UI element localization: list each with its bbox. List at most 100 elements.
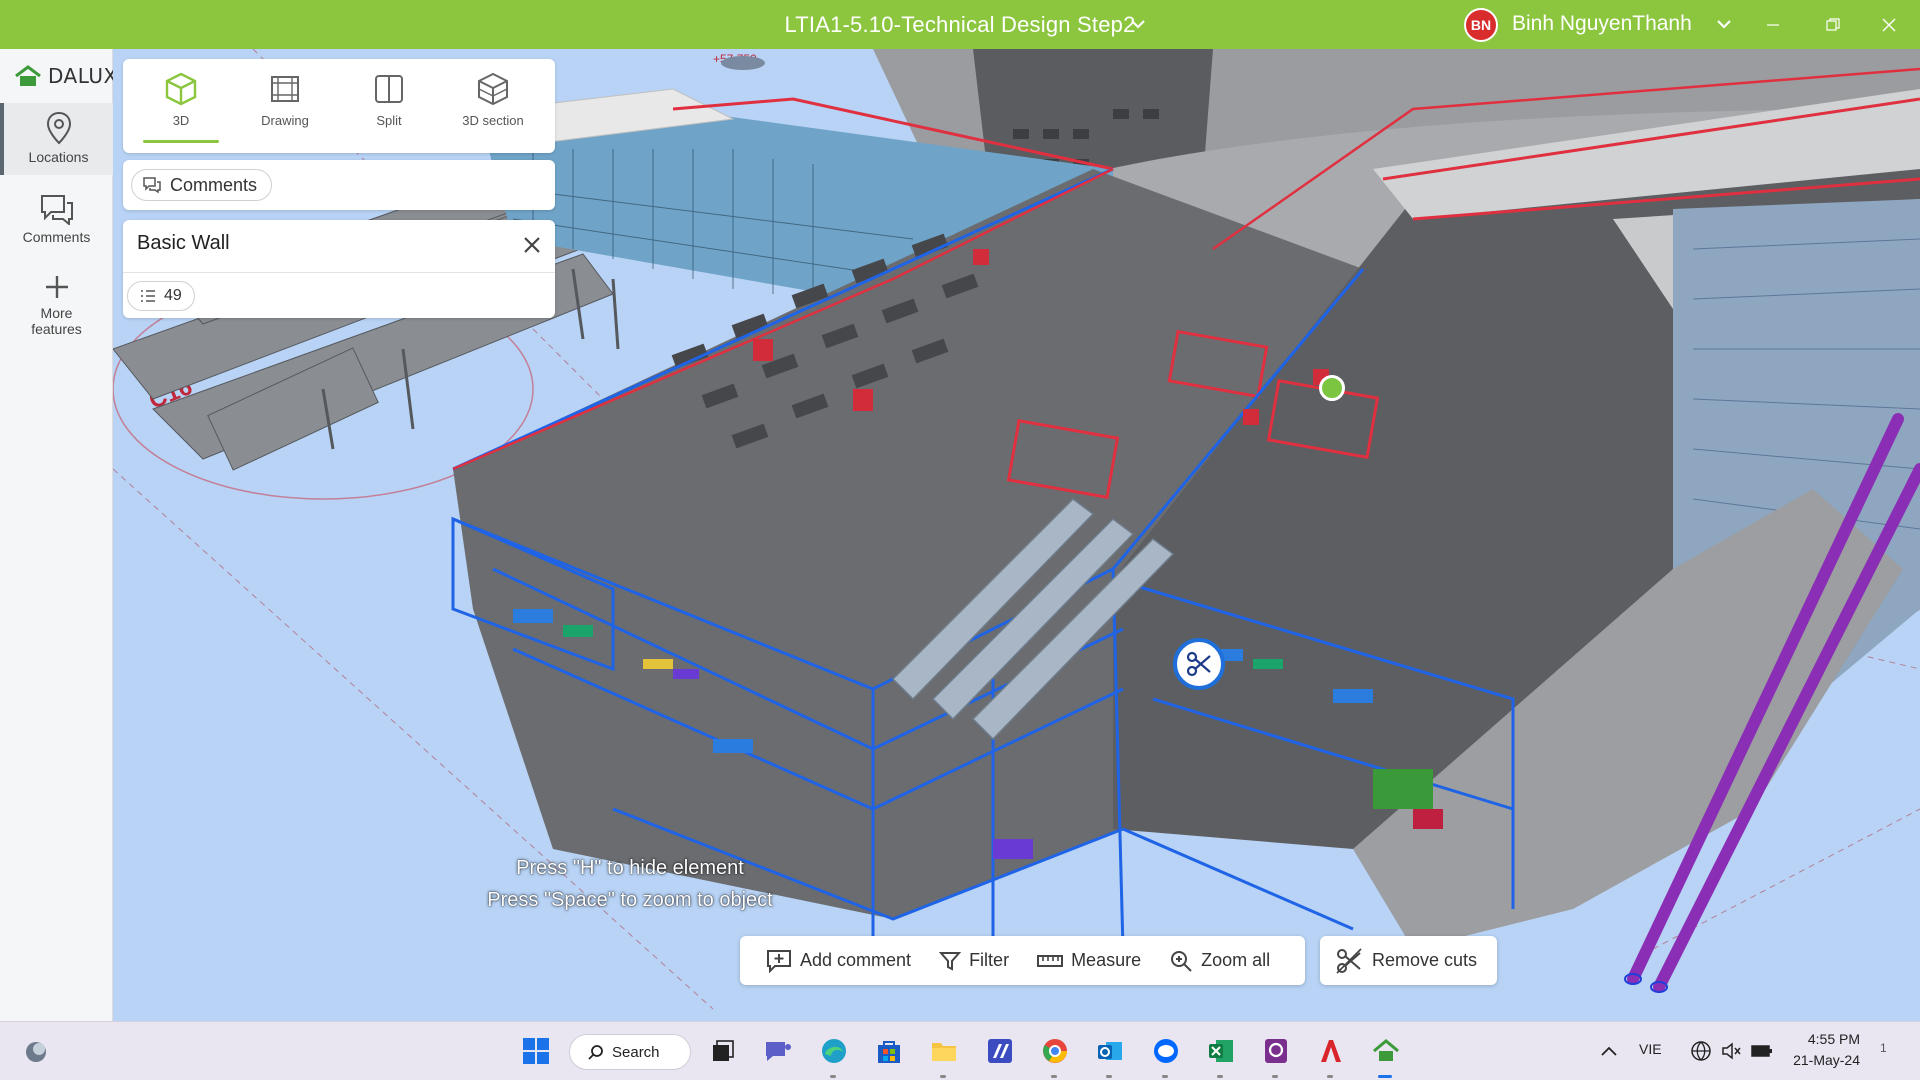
taskbar-app-store[interactable] bbox=[871, 1033, 907, 1069]
ruler-icon bbox=[1037, 954, 1064, 967]
filter-icon bbox=[939, 951, 962, 971]
task-view-button[interactable] bbox=[705, 1033, 741, 1069]
taskbar-app-chrome[interactable] bbox=[1037, 1033, 1073, 1069]
taskbar-app-autocad[interactable] bbox=[1313, 1033, 1349, 1069]
chevron-down-icon[interactable] bbox=[1714, 14, 1734, 34]
clock-date[interactable]: 21-May-24 bbox=[1780, 1052, 1860, 1068]
section-cut-handle[interactable] bbox=[1173, 638, 1225, 690]
tab-label: Split bbox=[376, 113, 402, 128]
sidebar-item-label: Comments bbox=[22, 229, 91, 245]
tab-label: 3D bbox=[172, 113, 190, 128]
button-label: Zoom all bbox=[1201, 950, 1271, 970]
taskbar-app-dalux[interactable] bbox=[1368, 1033, 1404, 1069]
sidebar-item-label: More features bbox=[31, 305, 82, 337]
sidebar-item-locations[interactable]: Locations bbox=[0, 103, 113, 175]
location-pin-icon bbox=[46, 111, 71, 145]
autocad-icon bbox=[1321, 1040, 1341, 1062]
search-label: Search bbox=[612, 1043, 660, 1061]
element-properties-panel: Basic Wall 49 bbox=[123, 220, 555, 318]
zalo-icon bbox=[1154, 1039, 1178, 1063]
user-name[interactable]: Binh NguyenThanh bbox=[1512, 0, 1692, 49]
task-view-icon bbox=[713, 1040, 734, 1061]
windows-taskbar: Search VIE 4:55 PM 21-May-24 1 bbox=[0, 1021, 1920, 1080]
comments-toggle-button[interactable]: Comments bbox=[131, 169, 273, 201]
avatar[interactable]: BN bbox=[1464, 8, 1498, 42]
zoom-all-button[interactable]: Zoom all bbox=[1155, 936, 1284, 985]
minimize-button[interactable] bbox=[1750, 0, 1796, 49]
tab-split[interactable]: Split bbox=[337, 67, 441, 153]
comments-label: Comments bbox=[170, 174, 258, 195]
measure-button[interactable]: Measure bbox=[1023, 936, 1155, 985]
close-icon bbox=[1882, 18, 1896, 31]
viewer-toolbar: Add comment Filter Measure Zoom all bbox=[740, 936, 1305, 985]
taskbar-app-meet[interactable] bbox=[760, 1033, 796, 1069]
running-indicator bbox=[1106, 1075, 1112, 1078]
tab-label: Drawing bbox=[261, 113, 309, 128]
running-indicator bbox=[1272, 1075, 1278, 1078]
remove-cuts-icon bbox=[1336, 947, 1362, 974]
tab-3d-section[interactable]: 3D section bbox=[441, 67, 545, 153]
notification-count[interactable]: 1 bbox=[1880, 1041, 1887, 1055]
chevron-up-icon[interactable] bbox=[1600, 1044, 1618, 1058]
chat-bubbles-icon bbox=[40, 195, 73, 225]
taskbar-app-edge[interactable] bbox=[816, 1033, 852, 1069]
folder-icon bbox=[932, 1043, 956, 1061]
store-icon bbox=[878, 1041, 900, 1063]
running-indicator bbox=[1051, 1075, 1057, 1078]
globe-icon[interactable] bbox=[1690, 1040, 1712, 1062]
speaker-muted-icon[interactable] bbox=[1720, 1040, 1742, 1062]
close-window-button[interactable] bbox=[1866, 0, 1912, 49]
button-label: Measure bbox=[1071, 950, 1142, 970]
add-comment-icon bbox=[767, 949, 791, 973]
view-mode-panel: 3D Drawing Split 3D section bbox=[123, 59, 555, 153]
running-indicator bbox=[1217, 1075, 1223, 1078]
element-type-title: Basic Wall bbox=[137, 232, 230, 254]
taskbar-app-zalo[interactable] bbox=[1148, 1033, 1184, 1069]
split-view-icon bbox=[375, 75, 403, 103]
widgets-button[interactable] bbox=[18, 1033, 54, 1069]
restore-button[interactable] bbox=[1810, 0, 1856, 49]
running-indicator bbox=[940, 1075, 946, 1078]
section-cube-icon bbox=[478, 72, 508, 106]
left-navigation-rail: DALUX Locations Comments More features bbox=[0, 49, 117, 1021]
sidebar-item-comments[interactable]: Comments bbox=[0, 189, 113, 255]
window-titlebar: LTIA1-5.10-Technical Design Step2 BN Bin… bbox=[0, 0, 1920, 49]
zoom-icon bbox=[1171, 950, 1192, 972]
editor-app-icon bbox=[988, 1039, 1012, 1063]
battery-icon[interactable] bbox=[1750, 1040, 1774, 1062]
running-indicator bbox=[1162, 1075, 1168, 1078]
search-icon bbox=[588, 1045, 603, 1060]
comment-icon bbox=[143, 177, 161, 194]
taskbar-app-pdf[interactable] bbox=[1258, 1033, 1294, 1069]
excel-icon bbox=[1209, 1040, 1233, 1062]
taskbar-search[interactable]: Search bbox=[569, 1034, 691, 1070]
properties-count: 49 bbox=[164, 287, 182, 304]
tab-3d[interactable]: 3D bbox=[129, 67, 233, 153]
tab-drawing[interactable]: Drawing bbox=[233, 67, 337, 153]
clock-time[interactable]: 4:55 PM bbox=[1780, 1031, 1860, 1047]
taskbar-app-outlook[interactable] bbox=[1092, 1033, 1128, 1069]
taskbar-app-editor[interactable] bbox=[982, 1033, 1018, 1069]
properties-count-button[interactable]: 49 bbox=[127, 281, 195, 311]
add-comment-button[interactable]: Add comment bbox=[752, 936, 925, 985]
tab-label: 3D section bbox=[462, 113, 524, 128]
weather-icon bbox=[26, 1042, 46, 1062]
running-indicator bbox=[1327, 1075, 1333, 1078]
input-language[interactable]: VIE bbox=[1639, 1041, 1662, 1057]
sidebar-item-more-features[interactable]: More features bbox=[0, 269, 113, 349]
chrome-icon bbox=[1043, 1039, 1067, 1063]
taskbar-app-explorer[interactable] bbox=[926, 1033, 962, 1069]
video-chat-icon bbox=[766, 1042, 791, 1061]
taskbar-app-excel[interactable] bbox=[1203, 1033, 1239, 1069]
start-button[interactable] bbox=[518, 1033, 554, 1069]
dalux-app-icon bbox=[1373, 1039, 1399, 1061]
remove-cuts-button[interactable]: Remove cuts bbox=[1320, 936, 1497, 985]
filter-button[interactable]: Filter bbox=[925, 936, 1023, 985]
logo-text: DALUX bbox=[48, 64, 118, 88]
location-marker[interactable] bbox=[1319, 375, 1345, 401]
edge-browser-icon bbox=[822, 1039, 846, 1063]
chevron-down-icon[interactable] bbox=[1128, 14, 1148, 34]
windows-logo-icon bbox=[523, 1038, 549, 1064]
button-label: Filter bbox=[969, 950, 1010, 970]
close-icon[interactable] bbox=[521, 234, 543, 256]
